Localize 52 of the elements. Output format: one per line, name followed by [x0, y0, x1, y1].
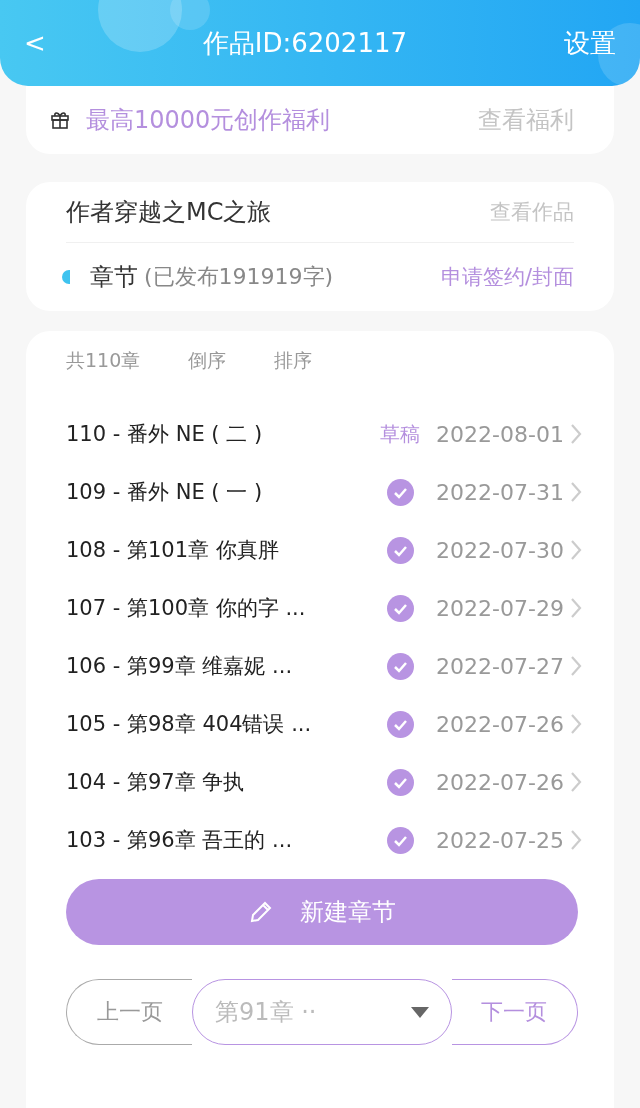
gift-icon — [50, 110, 70, 130]
view-welfare-link[interactable]: 查看福利 — [478, 104, 574, 136]
chevron-right-icon — [570, 771, 582, 793]
chevron-right-icon — [570, 655, 582, 677]
chapter-date: 2022-07-29 — [435, 595, 565, 621]
check-icon — [386, 768, 414, 796]
check-icon — [386, 826, 414, 854]
pencil-icon — [248, 899, 274, 925]
settings-button[interactable]: 设置 — [564, 25, 616, 61]
chapter-count: 共110章 — [66, 348, 141, 373]
view-work-link[interactable]: 查看作品 — [490, 198, 574, 226]
chapter-title[interactable]: 104 - 第97章 争执 — [66, 768, 370, 796]
apply-link[interactable]: 申请签约/封面 — [440, 263, 574, 291]
work-title: 作者穿越之MC之旅 — [66, 197, 272, 228]
next-page-button[interactable]: 下一页 — [452, 979, 578, 1045]
chapter-title[interactable]: 110 - 番外 NE ( 二 ) — [66, 420, 370, 448]
welfare-text: 最高10000元创作福利 — [86, 105, 331, 136]
chapter-date: 2022-07-30 — [435, 537, 565, 563]
chapter-select[interactable]: 第91章 ·· — [192, 979, 452, 1045]
published-count: (已发布191919字) — [144, 263, 334, 291]
check-icon — [386, 536, 414, 564]
chevron-right-icon — [570, 597, 582, 619]
dropdown-icon — [411, 1006, 429, 1018]
chevron-right-icon — [570, 423, 582, 445]
chevron-right-icon — [570, 481, 582, 503]
chapter-title[interactable]: 103 - 第96章 吾王的 ... — [66, 826, 370, 854]
check-icon — [386, 652, 414, 680]
section-label: 章节 — [90, 262, 138, 293]
chapter-date: 2022-07-27 — [435, 653, 565, 679]
chapter-title[interactable]: 108 - 第101章 你真胖 — [66, 536, 370, 564]
chapter-date: 2022-07-25 — [435, 827, 565, 853]
chapter-date: 2022-07-26 — [435, 711, 565, 737]
chapter-date: 2022-08-01 — [435, 421, 565, 447]
chapter-date: 2022-07-31 — [435, 479, 565, 505]
back-button[interactable]: < — [24, 28, 46, 58]
sort-button[interactable]: 倒序 — [188, 348, 227, 374]
section-marker — [62, 270, 70, 284]
sort-button[interactable]: 排序 — [274, 348, 313, 374]
chapter-title[interactable]: 107 - 第100章 你的字 ... — [66, 594, 370, 622]
draft-label: 草稿 — [380, 420, 420, 448]
new-chapter-button[interactable]: 新建章节 — [66, 879, 578, 945]
check-icon — [386, 594, 414, 622]
chapter-title[interactable]: 106 - 第99章 维嘉妮 ... — [66, 652, 370, 680]
chapter-title[interactable]: 109 - 番外 NE ( 一 ) — [66, 478, 370, 506]
check-icon — [386, 478, 414, 506]
check-icon — [386, 710, 414, 738]
chevron-right-icon — [570, 829, 582, 851]
chevron-right-icon — [570, 539, 582, 561]
chevron-right-icon — [570, 713, 582, 735]
page-title: 作品ID:6202117 — [202, 26, 407, 60]
chapter-title[interactable]: 105 - 第98章 404错误 ... — [66, 710, 370, 738]
chapter-date: 2022-07-26 — [435, 769, 565, 795]
